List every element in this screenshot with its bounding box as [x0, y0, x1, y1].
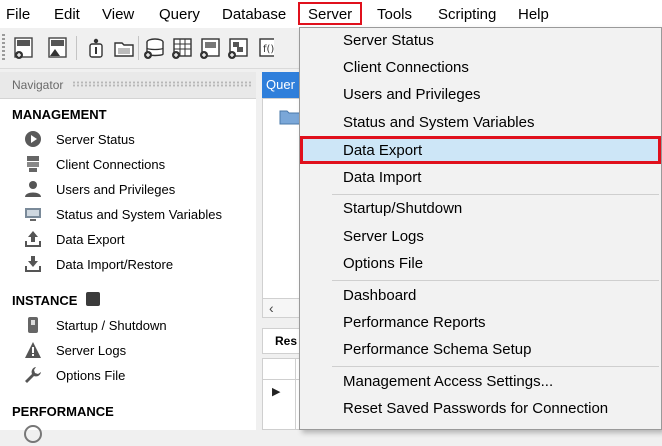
row-pointer-icon: ▶ — [272, 386, 281, 398]
nav-item-server-logs[interactable]: Server Logs — [24, 340, 256, 362]
menu-item-reset-saved-passwords[interactable]: Reset Saved Passwords for Connection — [302, 396, 661, 422]
menu-item-server-logs[interactable]: Server Logs — [302, 224, 661, 250]
toolbar-separator — [138, 36, 139, 60]
menu-separator — [332, 366, 659, 367]
toolbar-separator — [76, 36, 77, 60]
menu-item-label: Status and System Variables — [343, 114, 535, 131]
warning-icon — [25, 342, 41, 358]
nav-item-label: Client Connections — [56, 157, 166, 172]
nav-item-data-export[interactable]: Data Export — [24, 229, 256, 251]
nav-item-data-import-restore[interactable]: Data Import/Restore — [24, 254, 256, 276]
new-sql-tab-icon[interactable] — [12, 36, 36, 60]
section-instance-title: INSTANCE — [12, 293, 78, 308]
menu-item-label: Dashboard — [343, 287, 417, 304]
nav-item-label: Server Status — [56, 132, 135, 147]
create-view-icon[interactable] — [198, 36, 222, 60]
folder-icon[interactable] — [279, 109, 301, 125]
navigator-panel: Navigator MANAGEMENT Server Status Clien… — [0, 72, 256, 443]
nav-item-label: Server Logs — [56, 343, 127, 358]
monitor-icon — [25, 208, 41, 221]
menu-item-label: Performance Schema Setup — [343, 341, 532, 358]
menu-item-status-and-system-variables[interactable]: Status and System Variables — [302, 110, 661, 136]
instance-wrench-icon — [86, 292, 100, 306]
menu-query[interactable]: Query — [159, 6, 200, 24]
nav-item-label: Data Import/Restore — [56, 257, 174, 272]
scroll-left-icon[interactable]: ‹ — [269, 299, 274, 317]
navigator-grip — [72, 81, 252, 87]
menu-edit[interactable]: Edit — [54, 6, 80, 24]
power-switch-icon — [28, 317, 38, 333]
menu-item-performance-schema-setup[interactable]: Performance Schema Setup — [302, 337, 661, 363]
menu-item-options-file[interactable]: Options File — [302, 251, 661, 277]
menu-item-server-status[interactable]: Server Status — [302, 28, 661, 54]
menu-server[interactable]: Server — [298, 2, 363, 25]
menu-item-data-export[interactable]: Data Export — [300, 136, 661, 164]
menu-item-data-import[interactable]: Data Import — [302, 165, 661, 191]
server-stack-icon — [27, 156, 39, 172]
nav-item-startup-shutdown[interactable]: Startup / Shutdown — [24, 315, 256, 337]
create-procedure-icon[interactable] — [226, 36, 250, 60]
menu-file[interactable]: File — [6, 6, 30, 24]
menu-separator — [332, 194, 659, 195]
menu-item-label: Server Status — [343, 32, 434, 49]
section-performance-title: PERFORMANCE — [12, 404, 114, 419]
menu-item-label: Client Connections — [343, 59, 469, 76]
nav-item-options-file[interactable]: Options File — [24, 365, 256, 387]
open-folder-icon[interactable] — [112, 36, 136, 60]
menu-help[interactable]: Help — [518, 6, 549, 24]
menu-item-label: Reset Saved Passwords for Connection — [343, 400, 609, 417]
nav-item-users-and-privileges[interactable]: Users and Privileges — [24, 179, 256, 201]
toolbar-grip[interactable] — [2, 34, 5, 60]
menu-item-label: Performance Reports — [343, 314, 486, 331]
menu-item-performance-reports[interactable]: Performance Reports — [302, 310, 661, 336]
menu-item-label: Server Logs — [343, 228, 424, 245]
menu-item-dashboard[interactable]: Dashboard — [302, 283, 661, 309]
menu-item-label: Data Import — [343, 169, 422, 186]
menu-item-users-and-privileges[interactable]: Users and Privileges — [302, 82, 661, 108]
open-sql-script-icon[interactable] — [46, 36, 70, 60]
menu-item-label: Management Access Settings... — [343, 373, 554, 390]
user-icon — [25, 181, 41, 197]
menu-database[interactable]: Database — [222, 6, 286, 24]
nav-item-client-connections[interactable]: Client Connections — [24, 154, 256, 176]
server-menu-dropdown: Server Status Client Connections Users a… — [299, 27, 662, 430]
menu-item-startup-shutdown[interactable]: Startup/Shutdown — [302, 196, 661, 222]
menu-tools[interactable]: Tools — [377, 6, 412, 24]
result-tab-label: Res — [275, 334, 298, 348]
nav-item-label: Data Export — [56, 232, 125, 247]
play-circle-icon — [25, 131, 41, 147]
menu-separator — [332, 280, 659, 281]
menu-item-label: Data Export — [343, 142, 423, 159]
create-schema-icon[interactable] — [142, 36, 166, 60]
menu-item-label: Startup/Shutdown — [343, 200, 463, 217]
menu-item-label: Options File — [343, 255, 424, 272]
menu-item-client-connections[interactable]: Client Connections — [302, 55, 661, 81]
navigator-title: Navigator — [12, 78, 64, 92]
inspector-icon[interactable] — [84, 36, 108, 60]
section-management-title: MANAGEMENT — [12, 107, 107, 122]
nav-item-label: Status and System Variables — [56, 207, 222, 222]
nav-item-label: Startup / Shutdown — [56, 318, 167, 333]
nav-item-label: Options File — [56, 368, 126, 383]
create-table-icon[interactable] — [170, 36, 194, 60]
svg-text:f(): f() — [263, 44, 274, 55]
dashboard-icon — [24, 425, 42, 443]
menu-scripting[interactable]: Scripting — [438, 6, 496, 24]
grid-line — [295, 359, 296, 429]
upload-tray-icon — [25, 231, 41, 247]
nav-item-status-and-system-variables[interactable]: Status and System Variables — [24, 204, 256, 226]
nav-item-server-status[interactable]: Server Status — [24, 129, 256, 151]
nav-item-dashboard-partial[interactable] — [24, 424, 256, 446]
menu-item-label: Users and Privileges — [343, 86, 481, 103]
wrench-icon — [25, 367, 41, 383]
menu-bar: File Edit View Query Database Server Too… — [0, 0, 662, 28]
create-function-icon[interactable]: f() — [256, 36, 274, 60]
download-tray-icon — [25, 256, 41, 272]
navigator-header: Navigator — [0, 72, 256, 99]
nav-item-label: Users and Privileges — [56, 182, 176, 197]
menu-item-management-access-settings[interactable]: Management Access Settings... — [302, 369, 661, 395]
menu-view[interactable]: View — [102, 6, 134, 24]
